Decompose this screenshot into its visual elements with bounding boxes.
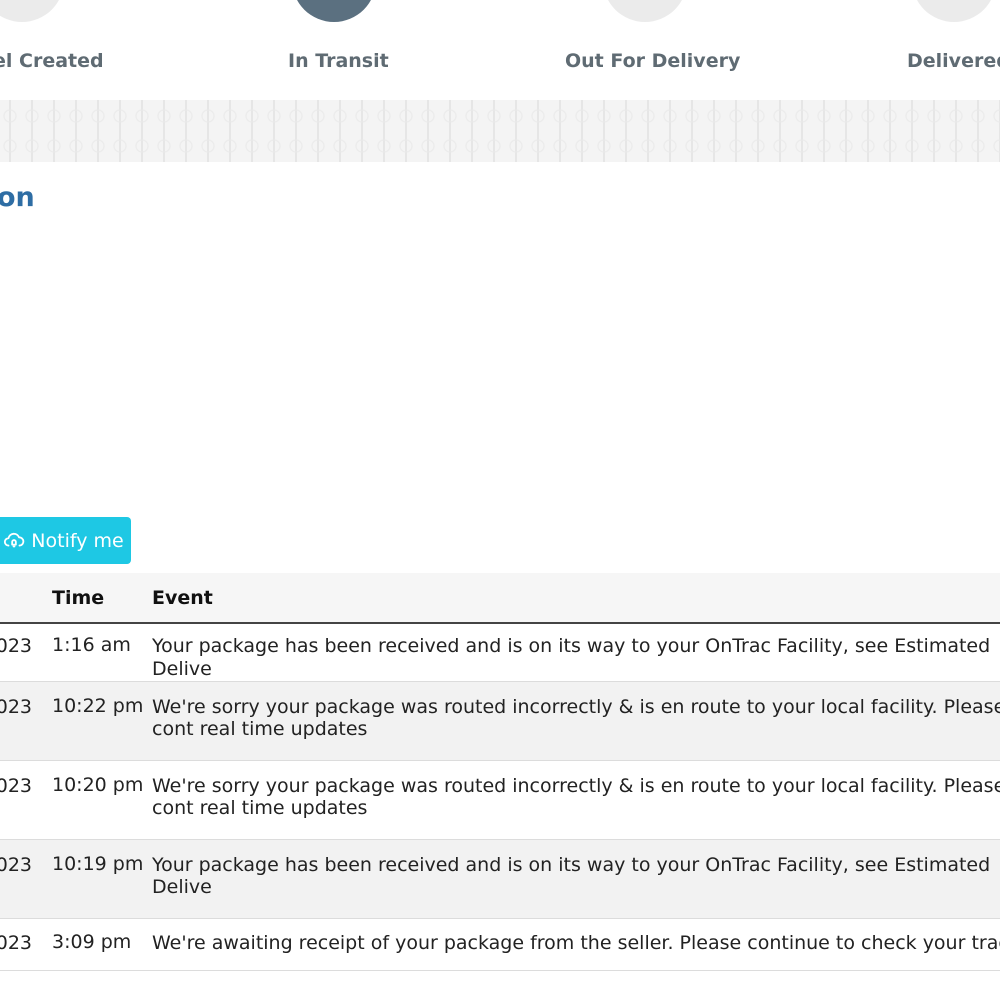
table-header-row: Time Event	[0, 573, 1000, 624]
event-time-text: 3:09 pm	[52, 930, 132, 953]
cloud-bell-icon	[4, 532, 25, 547]
tracking-events-table: Time Event 023 1:16 am Your package has …	[0, 573, 1000, 971]
event-time-text: 10:19 pm	[52, 852, 144, 875]
event-text: We're awaiting receipt of your package f…	[152, 931, 1000, 954]
event-text: Your package has been received and is on…	[152, 853, 991, 899]
table-row: 023 10:19 pm Your package has been recei…	[0, 839, 1000, 919]
event-description: We're sorry your package was routed inco…	[152, 760, 1000, 840]
table-row: 023 10:20 pm We're sorry your package wa…	[0, 760, 1000, 840]
section-heading: on	[0, 182, 35, 213]
event-text: Your package has been received and is on…	[152, 635, 991, 680]
decorative-pattern-band	[0, 100, 1000, 162]
header-date	[0, 573, 52, 624]
step-3-circle-icon	[603, 0, 687, 22]
event-time: 10:20 pm	[52, 760, 152, 840]
event-time-text: 10:20 pm	[52, 773, 144, 796]
step-label-delivered: Delivered	[907, 50, 1000, 72]
header-event: Event	[152, 573, 1000, 624]
table-row: 023 10:22 pm We're sorry your package wa…	[0, 681, 1000, 761]
event-date: 023	[0, 760, 52, 840]
event-text: We're sorry your package was routed inco…	[152, 774, 1000, 820]
event-time: 10:19 pm	[52, 839, 152, 919]
event-date: 023	[0, 623, 52, 682]
event-time: 1:16 am	[52, 623, 152, 682]
event-description: Your package has been received and is on…	[152, 839, 1000, 919]
event-description: Your package has been received and is on…	[152, 623, 1000, 682]
event-description: We're sorry your package was routed inco…	[152, 681, 1000, 761]
step-label-label-created: el Created	[0, 50, 104, 72]
event-time: 10:22 pm	[52, 681, 152, 761]
step-4-circle-icon	[912, 0, 996, 22]
event-time: 3:09 pm	[52, 918, 152, 971]
notify-me-label: Notify me	[31, 529, 124, 552]
step-2-circle-icon	[292, 0, 376, 22]
event-date: 023	[0, 681, 52, 761]
step-label-in-transit: In Transit	[288, 50, 389, 72]
event-date: 023	[0, 918, 52, 971]
header-time: Time	[52, 573, 152, 624]
event-time-text: 1:16 am	[52, 634, 131, 656]
progress-tracker: el Created In Transit Out For Delivery D…	[0, 0, 1000, 100]
event-time-text: 10:22 pm	[52, 694, 144, 717]
event-date: 023	[0, 839, 52, 919]
event-text: We're sorry your package was routed inco…	[152, 695, 1000, 741]
step-label-out-for-delivery: Out For Delivery	[565, 50, 741, 72]
table-row: 023 1:16 am Your package has been receiv…	[0, 623, 1000, 682]
notify-me-button[interactable]: Notify me	[0, 517, 131, 564]
table-row: 023 3:09 pm We're awaiting receipt of yo…	[0, 918, 1000, 971]
step-1-circle-icon	[0, 0, 64, 22]
event-description: We're awaiting receipt of your package f…	[152, 918, 1000, 971]
